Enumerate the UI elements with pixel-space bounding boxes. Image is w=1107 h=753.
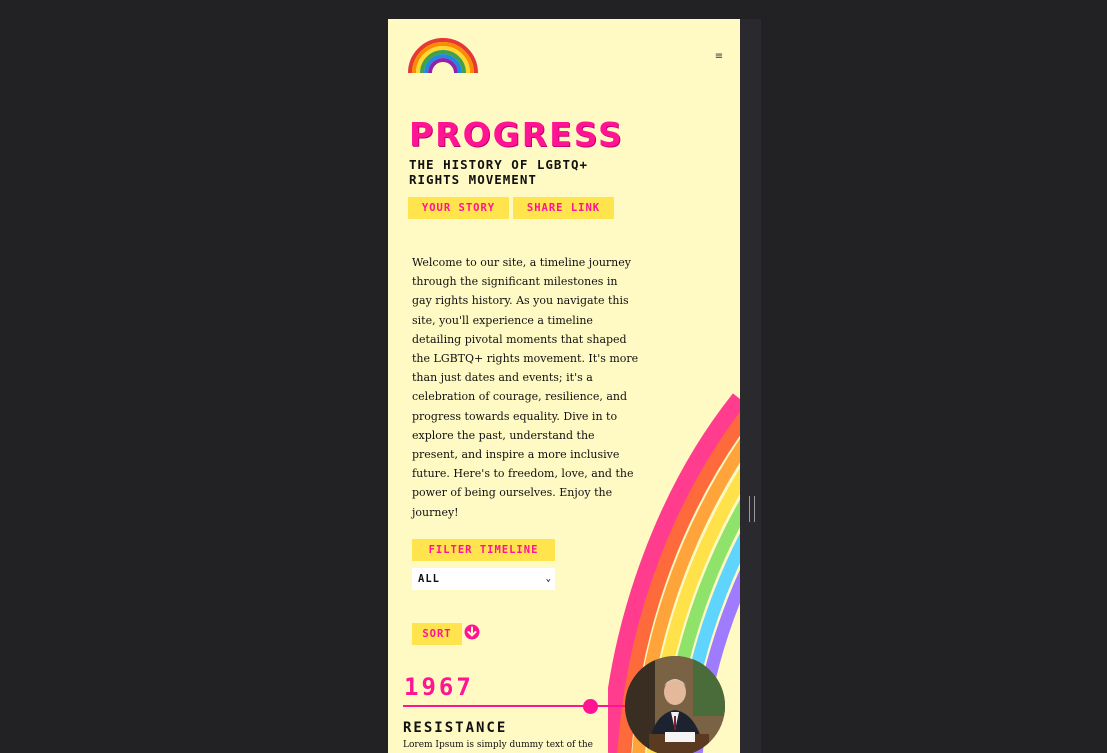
rainbow-logo-icon[interactable] bbox=[407, 37, 479, 75]
event-photo[interactable] bbox=[625, 656, 725, 753]
resize-handle[interactable] bbox=[749, 496, 755, 522]
event-title: RESISTANCE bbox=[403, 720, 508, 736]
sort-button[interactable]: SORT bbox=[412, 623, 462, 645]
hamburger-menu-icon[interactable]: ≡ bbox=[714, 52, 724, 62]
timeline-dot[interactable] bbox=[583, 699, 598, 714]
event-description: Lorem Ipsum is simply dummy text of the bbox=[403, 740, 593, 750]
intro-text: Welcome to our site, a timeline journey … bbox=[412, 256, 639, 519]
filter-selected-value: ALL bbox=[418, 573, 440, 585]
filter-timeline-select[interactable]: ALL ⌄ bbox=[412, 568, 555, 590]
timeline-year: 1967 bbox=[404, 673, 474, 701]
arrow-down-circle-icon[interactable] bbox=[464, 624, 480, 640]
page-title: PROGRESS bbox=[409, 115, 624, 154]
your-story-button[interactable]: YOUR STORY bbox=[408, 197, 509, 219]
scrollbar-track[interactable] bbox=[740, 19, 761, 753]
page-subtitle: THE HISTORY OF LGBTQ+ RIGHTS MOVEMENT bbox=[409, 157, 589, 187]
page-frame: ≡ PROGRESS THE HISTORY OF LGBTQ+ RIGHTS … bbox=[388, 19, 740, 753]
share-link-button[interactable]: SHARE LINK bbox=[513, 197, 614, 219]
filter-timeline-label: FILTER TIMELINE bbox=[412, 539, 555, 561]
chevron-down-icon: ⌄ bbox=[545, 574, 552, 584]
